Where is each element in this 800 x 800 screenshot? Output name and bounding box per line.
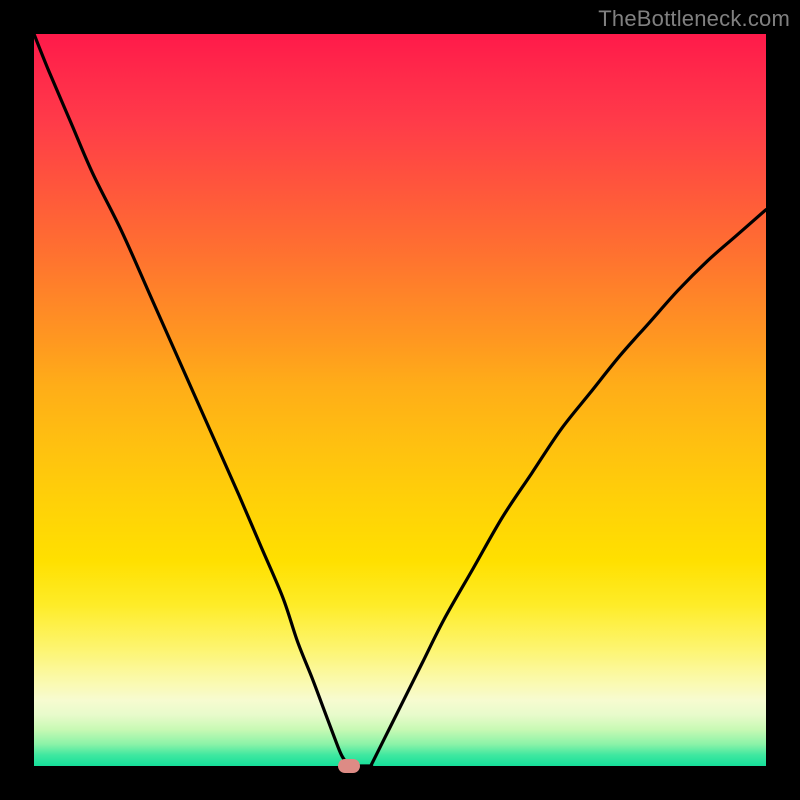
chart-min-marker [338, 759, 360, 773]
chart-curve [34, 34, 766, 768]
watermark-text: TheBottleneck.com [598, 6, 790, 32]
chart-curve-layer [34, 34, 766, 766]
chart-frame: TheBottleneck.com [0, 0, 800, 800]
